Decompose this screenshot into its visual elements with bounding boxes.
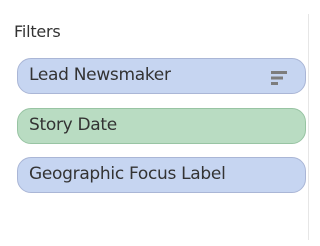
pill-label: Geographic Focus Label	[29, 164, 226, 184]
pill-label: Story Date	[29, 115, 117, 135]
sort-icon[interactable]	[271, 71, 287, 85]
filter-pill-lead-newsmaker[interactable]: Lead Newsmaker	[17, 58, 306, 94]
filter-pill-geographic-focus-label[interactable]: Geographic Focus Label	[17, 157, 306, 193]
pill-label: Lead Newsmaker	[29, 65, 171, 85]
filters-shelf[interactable]: Filters Lead Newsmaker Story Date Geogra…	[9, 14, 309, 240]
filter-pill-story-date[interactable]: Story Date	[17, 108, 306, 144]
shelf-title: Filters	[14, 22, 61, 41]
